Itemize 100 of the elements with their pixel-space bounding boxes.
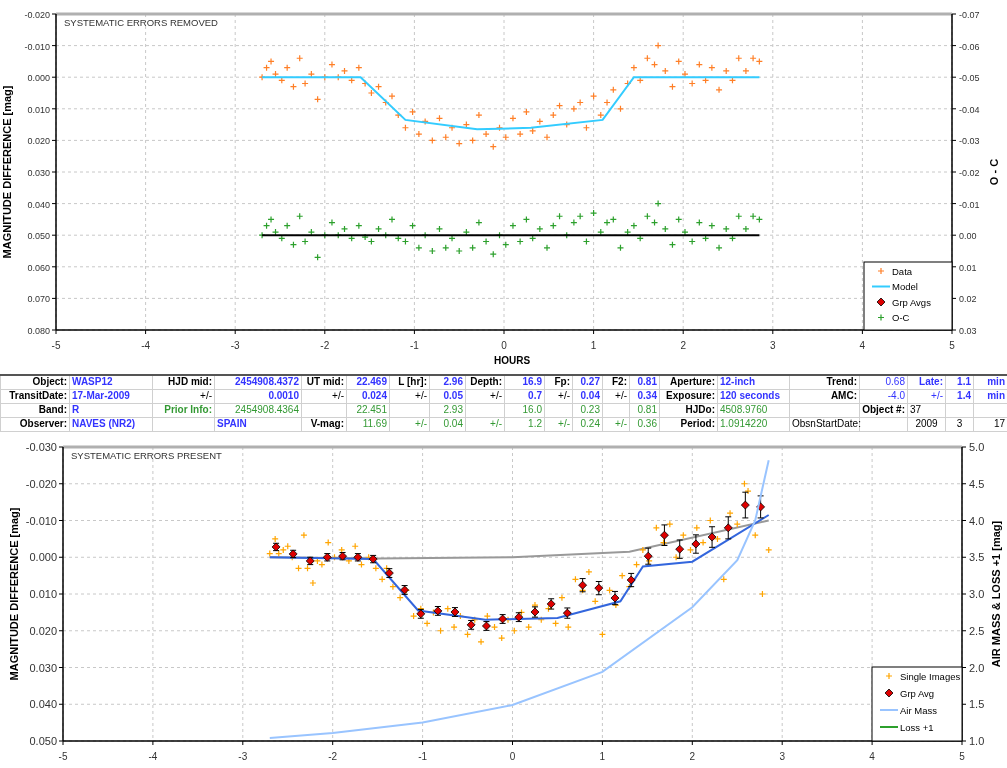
legend-label: Grp Avgs	[892, 296, 931, 308]
point	[643, 551, 653, 561]
y-tick-label: -0.010	[25, 514, 57, 526]
y-tick-label: 0.020	[29, 624, 57, 637]
table-cell: +/-	[389, 389, 430, 403]
x-tick-label: 1	[599, 750, 606, 762]
x-tick-label: 2	[689, 750, 696, 762]
field-value: 12-inch	[717, 375, 790, 389]
field-label: V-mag:	[301, 417, 347, 431]
field-label: Aperture:	[659, 375, 718, 389]
field-value: WASP12	[69, 375, 153, 389]
axis-title: MAGNITUDE DIFFERENCE [mag]	[1, 85, 13, 259]
y-tick-label: 0.000	[29, 550, 57, 563]
field-value: min	[973, 375, 1007, 389]
prior-value: +/-	[465, 417, 505, 431]
legend-label: Loss +1	[900, 721, 934, 732]
field-label: TransitDate:	[0, 389, 70, 403]
table-cell: +/-	[301, 389, 347, 403]
point	[660, 530, 669, 540]
table-cell: +/-	[602, 389, 630, 403]
axis-title: AIR MASS & LOSS +1 [mag]	[990, 520, 1002, 667]
table-cell: ObsnStartDate:	[789, 417, 860, 431]
y-tick-label: 0.000	[27, 73, 50, 84]
axis-title: MAGNITUDE DIFFERENCE [mag]	[8, 507, 20, 680]
prior-value: +/-	[544, 417, 573, 431]
y-tick-label: -0.07	[959, 10, 980, 20]
field-value: 0.0010	[214, 389, 302, 403]
prior-value: 0.24	[572, 417, 603, 431]
field-value: +/-	[907, 389, 946, 403]
legend-label: Data	[892, 265, 913, 277]
prior-value: 22.451	[346, 403, 390, 417]
field-value: 0.04	[572, 389, 603, 403]
table-cell: 3	[945, 417, 974, 431]
y-tick-label: 4.0	[969, 514, 985, 526]
table-cell: 37	[907, 403, 946, 417]
y-tick-label: 0.020	[27, 136, 50, 147]
x-tick-label: 5	[949, 340, 955, 351]
prior-value: 0.04	[429, 417, 466, 431]
y-tick-label: 0.050	[27, 231, 50, 242]
x-tick-label: 2	[680, 340, 686, 351]
x-tick-label: 4	[859, 340, 866, 351]
field-value: 17-Mar-2009	[69, 389, 153, 403]
y-tick-label: 0.030	[27, 168, 50, 178]
prior-value: 0.81	[629, 403, 660, 417]
point	[740, 500, 750, 509]
y-tick-label: 0.060	[27, 262, 50, 273]
point	[723, 522, 733, 532]
prior-value: 0.36	[629, 417, 660, 431]
y-tick-label: 4.5	[969, 477, 985, 490]
y-tick-label: 1.0	[969, 734, 985, 747]
prior-value: 0.23	[572, 403, 603, 417]
x-tick-label: 4	[869, 750, 875, 762]
prior-value: 1.2	[504, 417, 545, 431]
y-tick-label: 0.010	[27, 104, 50, 115]
prior-value: +/-	[602, 417, 630, 431]
chart-title: SYSTEMATIC ERRORS REMOVED	[64, 17, 218, 28]
field-label: Fp:	[544, 375, 573, 389]
field-value: R	[69, 403, 153, 417]
x-tick-label: 1	[590, 340, 597, 351]
table-cell: +/-	[465, 389, 505, 403]
y-tick-label: -0.03	[959, 136, 980, 147]
y-tick-label: 0.030	[29, 661, 57, 673]
point	[675, 544, 685, 554]
axis-title: O - C	[988, 158, 1000, 186]
y-tick-label: -0.05	[959, 73, 980, 84]
y-tick-label: 0.080	[27, 326, 50, 336]
prior-value: +/-	[389, 417, 430, 431]
table-cell: 17	[973, 417, 1007, 431]
y-tick-label: 0.00	[959, 231, 977, 242]
prior-value: 11.69	[346, 417, 390, 431]
y-tick-label: 2.5	[969, 624, 985, 637]
field-label: Exposure:	[659, 389, 718, 403]
field-value: 0.81	[629, 375, 660, 389]
point	[691, 539, 701, 548]
field-label: Object:	[0, 375, 70, 389]
y-tick-label: 0.01	[959, 262, 977, 273]
x-tick-label: -3	[230, 340, 240, 351]
y-tick-label: -0.010	[24, 41, 50, 52]
chart-title: SYSTEMATIC ERRORS PRESENT	[71, 449, 222, 461]
y-tick-label: 2.0	[969, 661, 985, 673]
y-tick-label: 0.040	[29, 697, 57, 710]
field-value: 0.34	[629, 389, 660, 403]
field-value: 0.7	[504, 389, 545, 403]
prior-value: 1.0914220	[717, 417, 790, 431]
field-label: UT mid:	[301, 375, 347, 389]
field-value: 0.05	[429, 389, 466, 403]
field-value: 22.469	[346, 375, 390, 389]
y-tick-label: 3.5	[969, 550, 985, 563]
field-value: Late:	[907, 375, 946, 389]
field-value: 1.1	[945, 375, 974, 389]
field-label: Band:	[0, 403, 70, 417]
table-cell: +/-	[544, 389, 573, 403]
legend-label: O-C	[892, 312, 910, 323]
field-label: HJDo:	[659, 403, 718, 417]
field-value: NAVES (NR2)	[69, 417, 153, 431]
y-tick-label: -0.020	[25, 477, 57, 490]
y-tick-label: 3.0	[969, 587, 985, 600]
x-tick-label: -5	[51, 340, 61, 351]
point	[707, 532, 717, 541]
x-tick-label: -5	[58, 750, 68, 762]
